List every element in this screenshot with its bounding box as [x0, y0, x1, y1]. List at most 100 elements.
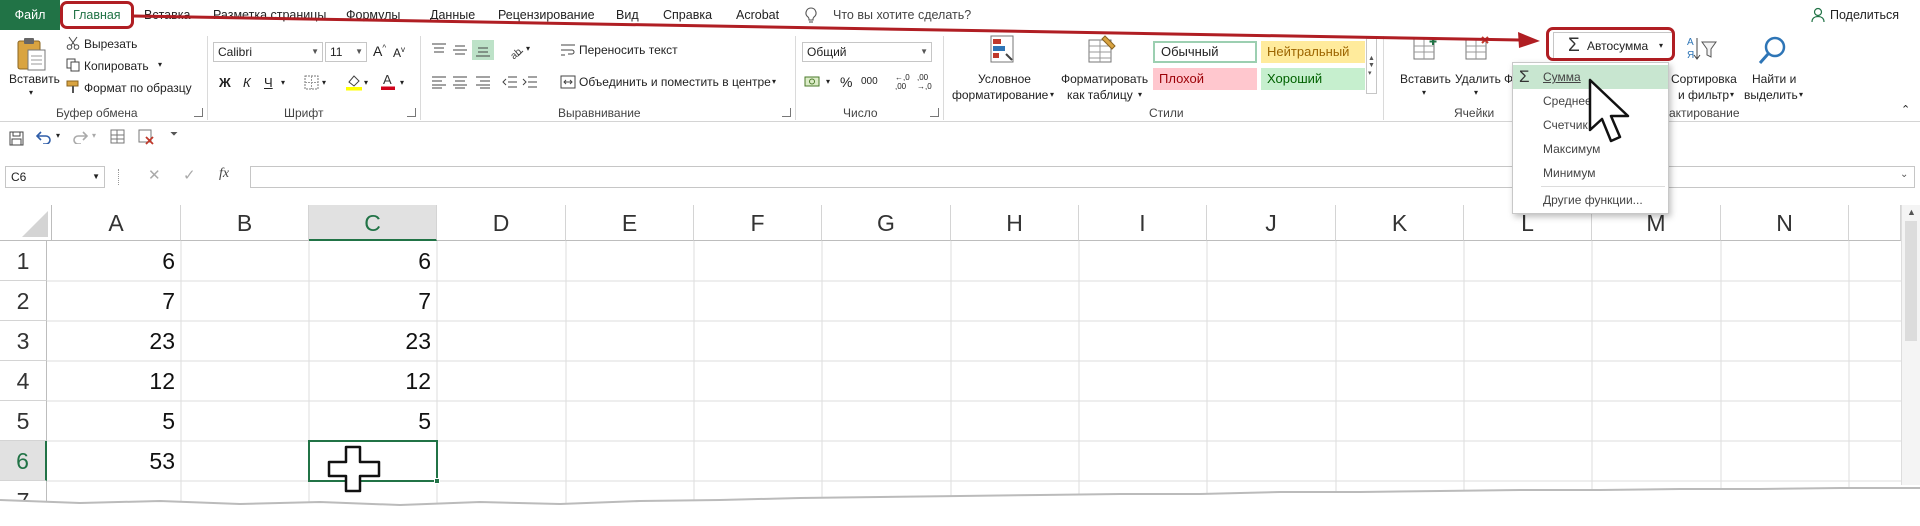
- style-good[interactable]: Хороший: [1261, 68, 1365, 90]
- undo-icon[interactable]: [36, 129, 52, 145]
- conditional-formatting-label-1[interactable]: Условное: [978, 72, 1031, 86]
- column-header-f[interactable]: F: [694, 205, 822, 241]
- percent-button[interactable]: %: [840, 74, 852, 90]
- row-header-2[interactable]: 2: [0, 281, 47, 321]
- select-all-corner[interactable]: [0, 205, 52, 241]
- insert-cells-button[interactable]: Вставить: [1400, 72, 1451, 86]
- underline-dropdown-arrow[interactable]: ▾: [281, 78, 285, 87]
- name-box[interactable]: C6 ▼: [5, 166, 105, 188]
- thousands-button[interactable]: 000: [861, 76, 878, 87]
- delete-cells-dropdown-arrow[interactable]: ▾: [1474, 88, 1478, 97]
- customize-qat-icon[interactable]: ⏷: [170, 129, 178, 140]
- align-center-icon[interactable]: [452, 74, 468, 90]
- sort-filter-label-2[interactable]: и фильтр: [1678, 88, 1729, 102]
- vertical-scrollbar[interactable]: ▲: [1901, 205, 1920, 485]
- menu-item-more-functions[interactable]: Другие функции...: [1513, 188, 1668, 212]
- cell-a3[interactable]: 23: [52, 321, 181, 361]
- column-header-e[interactable]: E: [566, 205, 694, 241]
- align-right-icon[interactable]: [475, 74, 491, 90]
- sort-filter-dropdown-arrow[interactable]: ▾: [1730, 90, 1734, 99]
- cell-c3[interactable]: 23: [309, 321, 437, 361]
- enter-check-icon[interactable]: ✓: [183, 166, 196, 184]
- column-header-i[interactable]: I: [1079, 205, 1207, 241]
- find-select-label-1[interactable]: Найти и: [1752, 72, 1796, 86]
- sort-filter-label-1[interactable]: Сортировка: [1671, 72, 1737, 86]
- scroll-up-icon[interactable]: ▲: [1907, 207, 1916, 217]
- number-launcher[interactable]: [930, 108, 939, 117]
- collapse-ribbon-icon[interactable]: ⌃: [1901, 103, 1910, 116]
- fill-color-icon[interactable]: [345, 73, 363, 91]
- undo-dropdown-arrow[interactable]: ▾: [56, 131, 60, 140]
- column-header-b[interactable]: B: [181, 205, 309, 241]
- find-select-label-2[interactable]: выделить: [1744, 88, 1798, 102]
- decrease-decimal-icon[interactable]: ,00 →,0: [917, 73, 932, 91]
- font-color-icon[interactable]: A: [380, 72, 396, 91]
- paste-button[interactable]: Вставить: [9, 72, 60, 86]
- borders-dropdown-arrow[interactable]: ▾: [322, 78, 326, 87]
- italic-button[interactable]: К: [243, 75, 251, 90]
- underline-button[interactable]: Ч: [264, 75, 273, 90]
- row-header-3[interactable]: 3: [0, 321, 47, 361]
- merge-center-button[interactable]: Объединить и поместить в центре: [579, 75, 771, 89]
- align-left-icon[interactable]: [431, 74, 447, 90]
- paste-dropdown-arrow[interactable]: ▾: [29, 88, 33, 97]
- fill-color-dropdown-arrow[interactable]: ▾: [364, 78, 368, 87]
- redo-icon[interactable]: [72, 129, 88, 145]
- format-painter-button[interactable]: Формат по образцу: [84, 81, 192, 95]
- copy-dropdown-arrow[interactable]: ▾: [158, 60, 162, 69]
- formula-bar-splitter[interactable]: [118, 169, 120, 185]
- decrease-indent-icon[interactable]: [502, 74, 518, 90]
- bold-button[interactable]: Ж: [219, 75, 231, 90]
- cell-c5[interactable]: 5: [309, 401, 437, 441]
- scrollbar-thumb[interactable]: [1905, 221, 1917, 341]
- menu-item-min[interactable]: Минимум: [1513, 161, 1668, 185]
- merge-dropdown-arrow[interactable]: ▾: [772, 77, 776, 86]
- currency-icon[interactable]: [804, 74, 822, 90]
- copy-button[interactable]: Копировать: [84, 59, 149, 73]
- column-header-g[interactable]: G: [822, 205, 951, 241]
- column-header-c[interactable]: C: [309, 205, 437, 241]
- font-color-dropdown-arrow[interactable]: ▾: [400, 78, 404, 87]
- conditional-dropdown-arrow[interactable]: ▾: [1050, 90, 1054, 99]
- cell-c1[interactable]: 6: [309, 241, 437, 281]
- row-header-4[interactable]: 4: [0, 361, 47, 401]
- row-header-5[interactable]: 5: [0, 401, 47, 441]
- column-header-k[interactable]: K: [1336, 205, 1464, 241]
- conditional-formatting-label-2[interactable]: форматирование: [952, 88, 1048, 102]
- currency-dropdown-arrow[interactable]: ▾: [826, 77, 830, 86]
- format-as-table-label-1[interactable]: Форматировать: [1061, 72, 1148, 86]
- cell-a4[interactable]: 12: [52, 361, 181, 401]
- column-header-n[interactable]: N: [1721, 205, 1849, 241]
- increase-decimal-icon[interactable]: ←,0,00: [895, 73, 910, 91]
- clipboard-launcher[interactable]: [194, 108, 203, 117]
- cell-c2[interactable]: 7: [309, 281, 437, 321]
- cancel-icon[interactable]: ✕: [148, 166, 161, 184]
- cell-a2[interactable]: 7: [52, 281, 181, 321]
- format-as-table-label-2[interactable]: как таблицу: [1067, 88, 1133, 102]
- expand-formula-icon[interactable]: ⌄: [1900, 169, 1908, 180]
- alignment-launcher[interactable]: [782, 108, 791, 117]
- row-header-1[interactable]: 1: [0, 241, 47, 281]
- style-bad[interactable]: Плохой: [1153, 68, 1257, 90]
- font-launcher[interactable]: [407, 108, 416, 117]
- column-header-d[interactable]: D: [437, 205, 566, 241]
- cell-c4[interactable]: 12: [309, 361, 437, 401]
- find-dropdown-arrow[interactable]: ▾: [1799, 90, 1803, 99]
- redo-dropdown-arrow[interactable]: ▾: [92, 131, 96, 140]
- borders-icon[interactable]: [303, 74, 319, 90]
- delete-cells-button[interactable]: Удалить: [1455, 72, 1501, 86]
- cell-a1[interactable]: 6: [52, 241, 181, 281]
- cell-a5[interactable]: 5: [52, 401, 181, 441]
- column-header-partial[interactable]: [1849, 205, 1901, 241]
- form-icon[interactable]: [110, 129, 126, 145]
- insert-function-icon[interactable]: fx: [219, 166, 229, 182]
- clear-filter-icon[interactable]: [138, 129, 154, 145]
- format-table-dropdown-arrow[interactable]: ▾: [1138, 90, 1142, 99]
- column-header-j[interactable]: J: [1207, 205, 1336, 241]
- column-header-h[interactable]: H: [951, 205, 1079, 241]
- column-header-a[interactable]: A: [52, 205, 181, 241]
- row-header-6[interactable]: 6: [0, 441, 47, 481]
- cell-a6[interactable]: 53: [52, 441, 181, 481]
- increase-indent-icon[interactable]: [522, 74, 538, 90]
- insert-cells-dropdown-arrow[interactable]: ▾: [1422, 88, 1426, 97]
